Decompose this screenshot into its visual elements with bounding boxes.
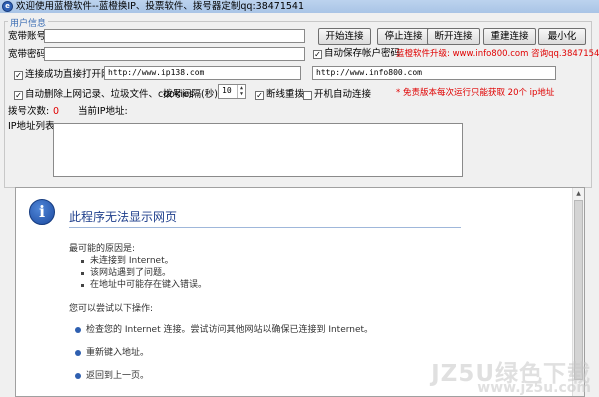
save-account-checkbox[interactable]: ✓ bbox=[313, 50, 322, 59]
free-notice: * 免责版本每次运行只能获取 20个 ip地址 bbox=[396, 88, 555, 98]
dial-count-label: 拨号次数: bbox=[8, 106, 50, 117]
info-icon: i bbox=[29, 199, 55, 225]
bullet-icon bbox=[81, 272, 84, 275]
window-title: 欢迎使用蓝橙软件--蓝橙换IP、投票软件、拨号器定制qq:38471541 bbox=[16, 1, 305, 12]
cause-item: 在地址中可能存在键入错误。 bbox=[90, 280, 208, 290]
bullet-icon bbox=[81, 260, 84, 263]
spin-down-icon[interactable]: ▼ bbox=[237, 91, 245, 98]
disconnect-button[interactable]: 断开连接 bbox=[427, 28, 480, 45]
cause-item: 该网站遇到了问题。 bbox=[90, 268, 172, 278]
url1-field[interactable]: http://www.ip138.com bbox=[104, 66, 301, 80]
bullet-icon bbox=[81, 284, 84, 287]
title-bar[interactable]: e 欢迎使用蓝橙软件--蓝橙换IP、投票软件、拨号器定制qq:38471541 bbox=[0, 0, 599, 13]
cause-item: 未连接到 Internet。 bbox=[90, 256, 174, 266]
connect-button[interactable]: 开始连接 bbox=[318, 28, 371, 45]
watermark: JZ5U绿色下载 www.jz5u.com bbox=[422, 354, 597, 397]
ip-list-label: IP地址列表: bbox=[8, 121, 58, 132]
scroll-thumb[interactable] bbox=[574, 200, 583, 380]
dial-interval-value: 10 bbox=[222, 86, 232, 95]
bullet-icon bbox=[75, 350, 81, 356]
dial-interval-label: 拨号间隔(秒): bbox=[163, 89, 222, 100]
stop-button[interactable]: 停止连接 bbox=[377, 28, 430, 45]
error-title: 此程序无法显示网页 bbox=[69, 210, 178, 224]
bullet-icon bbox=[75, 373, 81, 379]
group-legend: 用户信息 bbox=[8, 16, 49, 29]
try-heading: 您可以尝试以下操作: bbox=[69, 304, 154, 314]
reconnect-on-drop-label: 断线重拨 bbox=[266, 89, 305, 100]
upgrade-text: 蓝橙软件升级: www.info800.com 咨询qq.38471541 bbox=[396, 49, 599, 59]
clear-history-checkbox[interactable]: ✓ bbox=[14, 91, 23, 100]
save-account-label: 自动保存帐户密码 bbox=[324, 48, 401, 59]
app-icon: e bbox=[2, 1, 13, 12]
dial-count-value: 0 bbox=[53, 106, 60, 117]
auto-connect-checkbox[interactable] bbox=[303, 91, 312, 100]
action-item[interactable]: 返回到上一页。 bbox=[86, 370, 149, 382]
dial-interval-spinner[interactable]: 10 ▲ ▼ bbox=[218, 84, 246, 99]
url2-field[interactable]: http://www.info800.com bbox=[312, 66, 556, 80]
password-field[interactable] bbox=[44, 47, 305, 61]
watermark-url: www.jz5u.com bbox=[477, 380, 591, 396]
current-ip-label: 当前IP地址: bbox=[78, 106, 128, 117]
account-field[interactable] bbox=[44, 29, 305, 43]
causes-heading: 最可能的原因是: bbox=[69, 244, 136, 254]
action-item[interactable]: 检查您的 Internet 连接。尝试访问其他网站以确保已连接到 Interne… bbox=[86, 324, 373, 336]
ip-list-box[interactable] bbox=[53, 123, 463, 177]
reconnect-button[interactable]: 重建连接 bbox=[483, 28, 536, 45]
reconnect-on-drop-checkbox[interactable]: ✓ bbox=[255, 91, 264, 100]
title-divider bbox=[69, 227, 461, 228]
minimize-button[interactable]: 最小化 bbox=[538, 28, 586, 45]
auto-connect-label: 开机自动连接 bbox=[314, 89, 372, 100]
open-url-checkbox[interactable]: ✓ bbox=[14, 71, 23, 80]
main-window: 用户信息 宽带账号: 开始连接 停止连接 断开连接 重建连接 最小化 宽带密码:… bbox=[0, 13, 599, 397]
bullet-icon bbox=[75, 327, 81, 333]
action-item[interactable]: 重新键入地址。 bbox=[86, 347, 149, 359]
scroll-up-icon[interactable]: ▲ bbox=[573, 188, 584, 199]
